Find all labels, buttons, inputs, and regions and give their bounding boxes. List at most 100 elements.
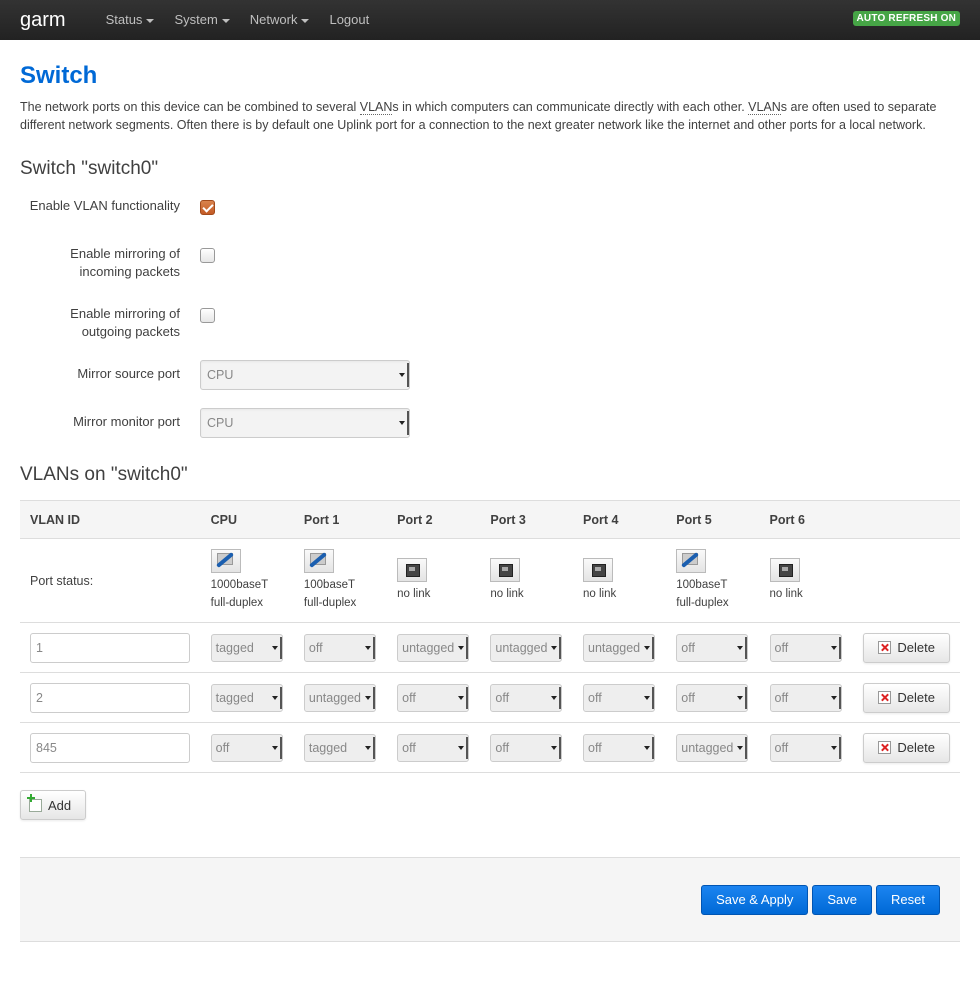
port-mode-select[interactable]: tagged	[210, 683, 283, 712]
ethernet-port-up-icon	[303, 549, 334, 573]
port-mode-select[interactable]: off	[769, 633, 842, 662]
port-speed: 1000baseT	[210, 579, 269, 591]
port-status-cpu: 1000baseT full-duplex	[200, 538, 294, 623]
port-speed: 100baseT	[303, 579, 356, 591]
desc-text-1: The network ports on this device can be …	[20, 100, 360, 114]
desc-text-2: s in which computers can communicate dir…	[392, 100, 749, 114]
enable-vlan-label: Enable VLAN functionality	[29, 198, 180, 213]
mirror-monitor-label: Mirror monitor port	[73, 414, 180, 429]
enable-vlan-row: Enable VLAN functionality	[20, 194, 960, 242]
port-mode-select[interactable]: off	[676, 683, 749, 712]
save-button[interactable]: Save	[812, 884, 873, 915]
mirror-source-row: Mirror source port CPU	[20, 358, 960, 406]
port-mode-select[interactable]: off	[583, 683, 655, 712]
switch-section-title: Switch "switch0"	[20, 158, 159, 179]
mirror-outgoing-checkbox[interactable]	[200, 308, 215, 323]
header-port-4: Port 4	[573, 500, 667, 539]
port-status-port-1: 100baseT full-duplex	[293, 538, 388, 623]
add-vlan-button[interactable]: Add	[20, 790, 87, 820]
top-navbar: garm Status System Network Logout AUTO R…	[0, 0, 980, 40]
vlan-table: VLAN ID CPU Port 1 Port 2 Port 3 Port 4 …	[20, 500, 960, 773]
port-mode-select[interactable]: off	[210, 733, 283, 762]
ethernet-port-up-icon	[676, 549, 707, 573]
table-row: 845 off tagged off off off untagged off …	[20, 722, 960, 773]
port-status-port-3: no link	[480, 538, 573, 623]
header-port-6: Port 6	[759, 500, 854, 539]
auto-refresh-badge[interactable]: AUTO REFRESH ON	[852, 11, 960, 26]
save-apply-button[interactable]: Save & Apply	[701, 884, 809, 915]
delete-label: Delete	[897, 740, 935, 755]
chevron-down-icon	[221, 18, 230, 23]
menu-status[interactable]: Status	[96, 0, 165, 40]
port-status-port-2: no link	[387, 538, 481, 623]
port-mode-select[interactable]: untagged	[583, 633, 655, 662]
port-speed: 100baseT	[676, 579, 728, 591]
mirror-incoming-label: Enable mirroring of incoming packets	[70, 246, 180, 279]
header-actions	[853, 500, 960, 539]
ethernet-port-down-icon	[769, 558, 800, 582]
mirror-source-label: Mirror source port	[77, 366, 180, 381]
port-mode-select[interactable]: off	[490, 683, 563, 712]
port-mode-select[interactable]: tagged	[303, 733, 376, 762]
add-icon	[27, 793, 42, 812]
menu-network-label: Network	[249, 12, 298, 27]
port-mode-select[interactable]: off	[583, 733, 655, 762]
delete-vlan-button[interactable]: Delete	[863, 732, 950, 763]
header-port-5: Port 5	[666, 500, 760, 539]
delete-label: Delete	[897, 640, 935, 655]
port-mode-select[interactable]: untagged	[303, 683, 376, 712]
reset-button[interactable]: Reset	[876, 884, 940, 915]
delete-vlan-button[interactable]: Delete	[863, 632, 950, 663]
port-mode-select[interactable]: untagged	[490, 633, 563, 662]
menu-logout-label: Logout	[329, 12, 370, 27]
add-label: Add	[48, 797, 72, 813]
port-duplex: full-duplex	[210, 597, 264, 609]
chevron-down-icon	[146, 18, 155, 23]
mirror-incoming-row: Enable mirroring of incoming packets	[20, 242, 960, 302]
port-mode-select[interactable]: tagged	[210, 633, 283, 662]
mirror-outgoing-label: Enable mirroring of outgoing packets	[70, 306, 180, 339]
mirror-monitor-row: Mirror monitor port CPU	[20, 406, 960, 454]
form-actions-bar: Save & Apply Save Reset	[20, 857, 960, 942]
port-mode-select[interactable]: off	[676, 633, 749, 662]
port-speed: no link	[490, 588, 524, 600]
port-speed: no link	[583, 588, 617, 600]
port-mode-select[interactable]: off	[490, 733, 563, 762]
port-mode-select[interactable]: off	[769, 683, 842, 712]
header-vlan-id: VLAN ID	[20, 500, 201, 539]
ethernet-port-up-icon	[210, 549, 241, 573]
port-status-label: Port status:	[20, 538, 201, 623]
port-status-port-5: 100baseT full-duplex	[666, 538, 760, 623]
enable-vlan-checkbox[interactable]	[200, 200, 215, 215]
menu-system[interactable]: System	[164, 0, 239, 40]
ethernet-port-down-icon	[583, 558, 613, 582]
port-mode-select[interactable]: off	[397, 733, 470, 762]
port-mode-select[interactable]: untagged	[676, 733, 749, 762]
port-mode-select[interactable]: off	[397, 683, 470, 712]
ethernet-port-down-icon	[397, 558, 428, 582]
port-mode-select[interactable]: off	[769, 733, 842, 762]
menu-network[interactable]: Network	[240, 0, 320, 40]
ethernet-port-down-icon	[490, 558, 521, 582]
port-duplex: full-duplex	[303, 597, 357, 609]
page-description: The network ports on this device can be …	[20, 98, 960, 134]
delete-vlan-button[interactable]: Delete	[863, 682, 950, 713]
menu-logout[interactable]: Logout	[319, 0, 379, 40]
mirror-incoming-checkbox[interactable]	[200, 248, 215, 263]
port-mode-select[interactable]: untagged	[397, 633, 470, 662]
vlan-id-input[interactable]: 2	[30, 682, 190, 713]
vlan-id-input[interactable]: 1	[30, 632, 190, 663]
port-mode-select[interactable]: off	[303, 633, 376, 662]
brand-hostname[interactable]: garm	[0, 0, 86, 40]
port-duplex: full-duplex	[676, 597, 729, 609]
vlan-id-input[interactable]: 845	[30, 732, 190, 763]
header-cpu: CPU	[200, 500, 294, 539]
mirror-monitor-select[interactable]: CPU	[200, 408, 410, 438]
page-title: Switch	[20, 62, 98, 89]
port-speed: no link	[769, 588, 803, 600]
table-row: 1 tagged off untagged untagged untagged …	[20, 622, 960, 673]
mirror-source-select[interactable]: CPU	[200, 360, 410, 390]
vlan-section-title: VLANs on "switch0"	[20, 464, 188, 485]
menu-system-label: System	[174, 12, 218, 27]
mirror-outgoing-row: Enable mirroring of outgoing packets	[20, 302, 960, 358]
